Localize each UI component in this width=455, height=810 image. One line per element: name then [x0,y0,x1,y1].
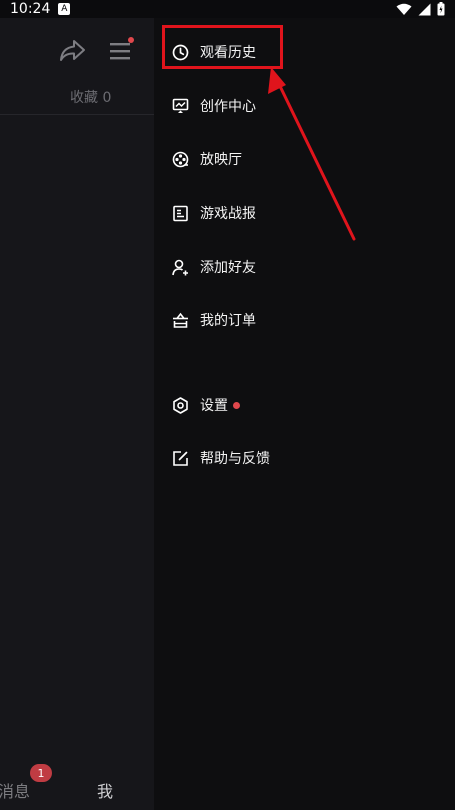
bottom-nav: 消息 1 我 [0,764,154,810]
status-left: 10:24 A [10,1,71,17]
status-time: 10:24 [10,1,51,17]
side-drawer: 观看历史 创作中心 放映厅 游戏战报 添加好友 我的订单 设置 帮助与反馈 [154,18,455,810]
battery-icon [437,2,445,16]
settings-notification-dot [233,401,240,409]
add-user-icon [172,259,188,275]
menu-item-label: 我的订单 [200,313,256,329]
settings-hex-icon [173,396,188,414]
menu-item-label: 游戏战报 [200,206,256,222]
menu-item-creator-center[interactable]: 创作中心 [172,93,256,119]
menu-item-game-report[interactable]: 游戏战报 [172,200,256,226]
menu-item-add-friend[interactable]: 添加好友 [172,254,256,280]
menu-item-label: 创作中心 [200,99,256,115]
basket-icon [173,312,188,328]
film-reel-icon [172,151,189,167]
menu-item-label: 设置 [200,398,228,414]
creator-monitor-icon [172,98,189,113]
left-pane[interactable]: 收藏 0 消息 1 我 [0,18,154,810]
menu-item-label: 添加好友 [200,260,256,276]
profile-header: 收藏 0 [0,18,154,115]
menu-item-help-feedback[interactable]: 帮助与反馈 [172,445,270,471]
divider [0,114,154,115]
status-bar: 10:24 A [0,0,455,18]
menu-item-my-orders[interactable]: 我的订单 [172,307,256,333]
share-icon[interactable] [58,39,86,63]
messages-badge: 1 [30,764,52,782]
menu-icon[interactable] [110,42,132,60]
menu-item-label: 放映厅 [200,152,242,168]
status-right [396,2,445,16]
highlight-box [162,25,283,69]
signal-icon [418,3,431,15]
nav-messages[interactable]: 消息 [0,778,30,802]
document-icon [173,205,188,221]
wifi-icon [396,3,412,15]
a-notification-icon: A [58,3,71,15]
menu-item-settings[interactable]: 设置 [172,392,240,418]
edit-feedback-icon [173,450,188,466]
nav-me[interactable]: 我 [97,778,113,802]
menu-item-theater[interactable]: 放映厅 [172,146,242,172]
favorites-count[interactable]: 收藏 0 [70,87,111,107]
menu-item-label: 帮助与反馈 [200,451,270,467]
menu-notification-dot [128,37,134,43]
